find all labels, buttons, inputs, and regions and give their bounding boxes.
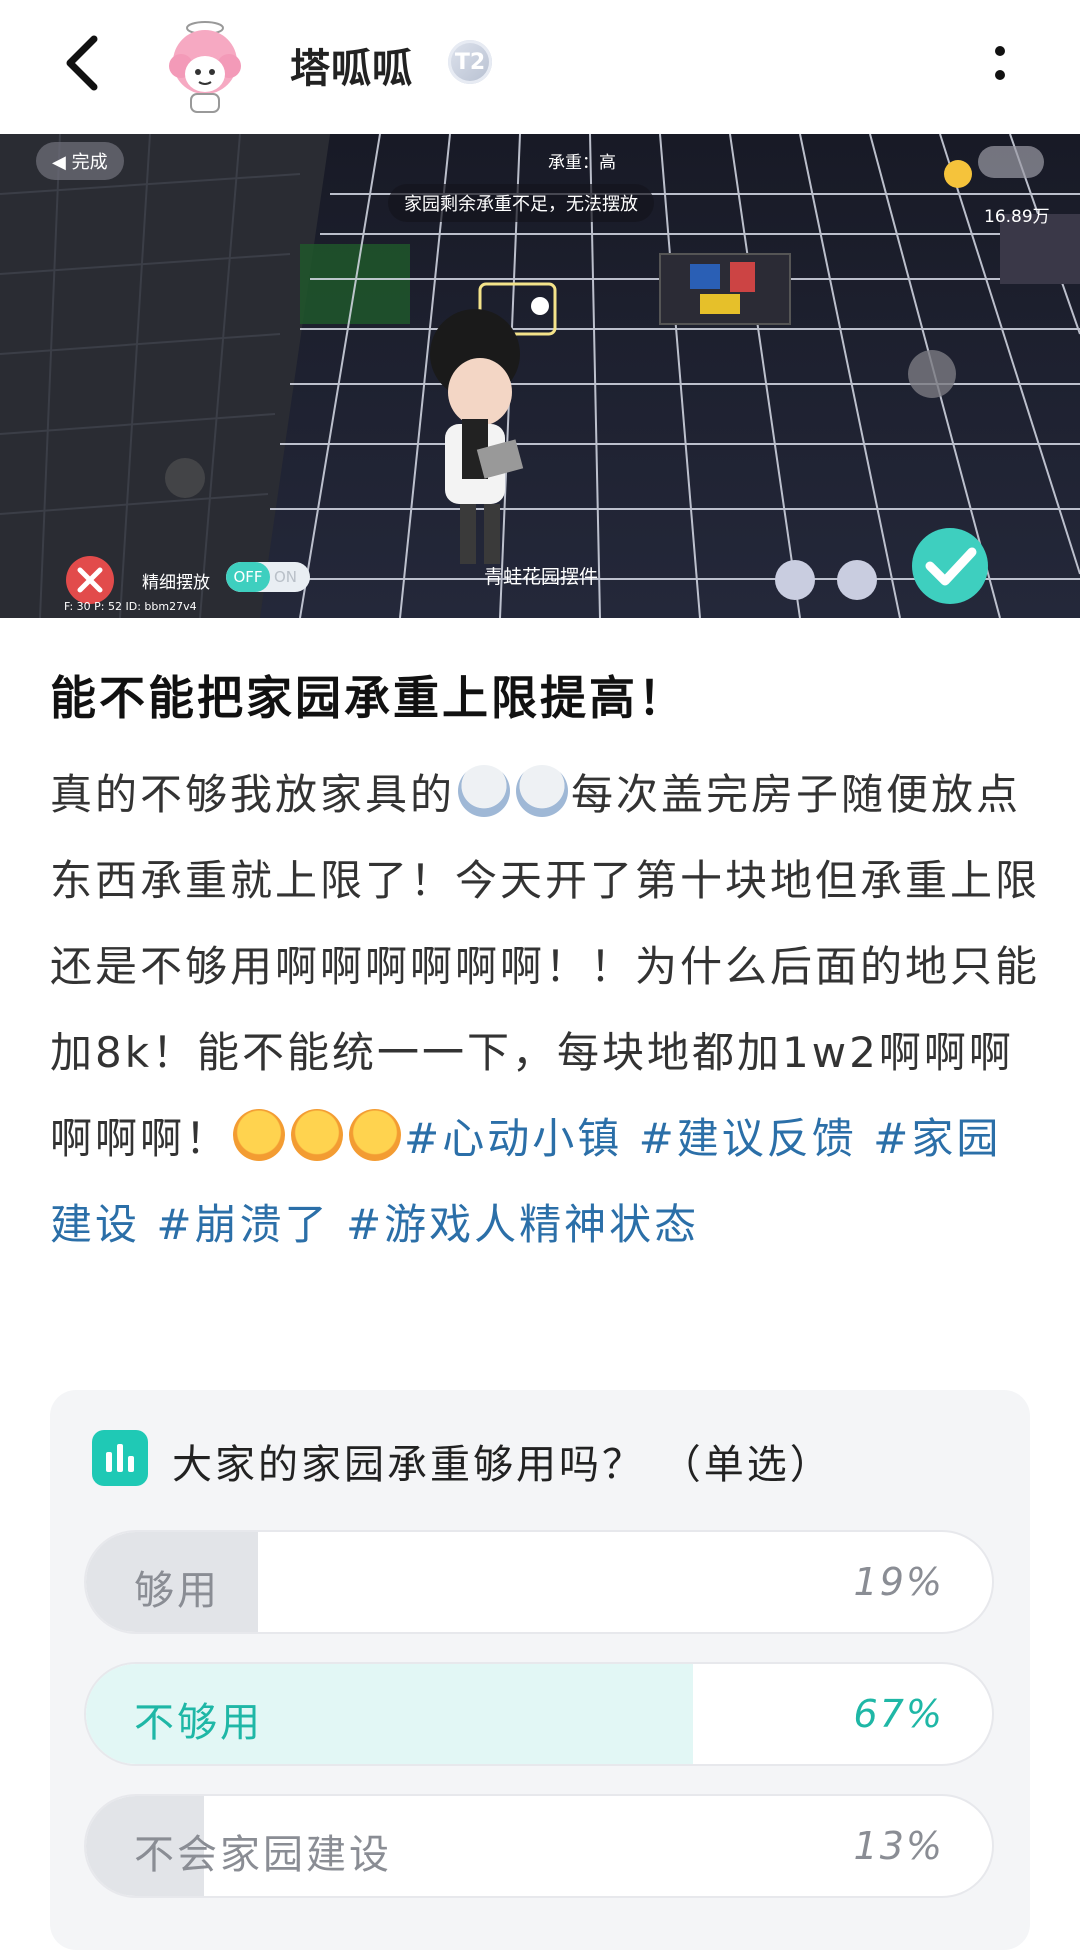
warning-text: 家园剩余承重不足，无法摆放 <box>388 184 654 222</box>
post-body: 真的不够我放家具的 每次盖完房子随便放点东西承重就上限了！今天开了第十块地但承重上… <box>50 752 1040 1268</box>
fine-place-toggle[interactable]: OFF ON <box>226 562 310 592</box>
toggle-on-label: ON <box>274 568 298 586</box>
avatar[interactable] <box>155 14 255 114</box>
post-title: 能不能把家园承重上限提高！ <box>50 671 687 725</box>
username[interactable]: 塔呱呱 <box>290 36 413 94</box>
crying-seal-emoji-icon <box>458 765 511 817</box>
post-body-text-2: 每次盖完房子随便放点东西承重就上限了！今天开了第十块地但承重上限还是不够用啊啊啊… <box>50 770 1041 1163</box>
poll-option-label: 够用 <box>134 1568 220 1614</box>
done-button[interactable]: ◀ 完成 <box>36 142 124 180</box>
hashtag[interactable]: #心动小镇 <box>404 1114 622 1163</box>
poll-option-label: 不会家园建设 <box>134 1832 392 1878</box>
post-body-text-1: 真的不够我放家具的 <box>50 770 456 819</box>
load-label: 承重：高 <box>548 153 616 173</box>
crying-seal-emoji-icon <box>516 765 569 817</box>
angry-cat-emoji-icon <box>233 1109 286 1161</box>
more-vertical-icon <box>995 46 1005 80</box>
hashtag[interactable]: #崩溃了 <box>156 1200 329 1249</box>
poll-option-label: 不够用 <box>134 1700 263 1746</box>
more-button[interactable] <box>985 38 1015 88</box>
poll-option-percent: 67% <box>853 1692 944 1736</box>
poll-option-percent: 19% <box>853 1560 944 1604</box>
poll-option-enough[interactable]: 够用 19% <box>84 1530 994 1634</box>
coords-label: F: 30 P: 52 ID: bbm27v4 <box>64 600 197 613</box>
chevron-left-icon <box>66 35 98 91</box>
post-image[interactable]: ◀ 完成 承重：高 家园剩余承重不足，无法摆放 16.89万 精细摆放 OFF … <box>0 134 1080 618</box>
poll-question: 大家的家园承重够用吗？ （单选） <box>172 1442 833 1488</box>
poll-option-not-enough[interactable]: 不够用 67% <box>84 1662 994 1766</box>
back-button[interactable] <box>52 30 112 96</box>
item-name: 青蛙花园摆件 <box>484 566 599 588</box>
angry-cat-emoji-icon <box>349 1109 402 1161</box>
poll-chart-icon <box>92 1430 148 1486</box>
poll-card: 大家的家园承重够用吗？ （单选） 够用 19% 不够用 67% 不会家园建设 1… <box>50 1390 1030 1950</box>
level-badge: T2 <box>448 40 492 84</box>
hashtag[interactable]: #游戏人精神状态 <box>346 1200 699 1249</box>
top-bar: 塔呱呱 T2 <box>0 0 1080 134</box>
poll-option-cant-build[interactable]: 不会家园建设 13% <box>84 1794 994 1898</box>
hashtag[interactable]: #建议反馈 <box>639 1114 857 1163</box>
fine-place-label: 精细摆放 <box>142 573 210 593</box>
angry-cat-emoji-icon <box>291 1109 344 1161</box>
coin-count: 16.89万 <box>984 207 1050 227</box>
toggle-off-label: OFF <box>226 562 270 592</box>
poll-option-percent: 13% <box>853 1824 944 1868</box>
